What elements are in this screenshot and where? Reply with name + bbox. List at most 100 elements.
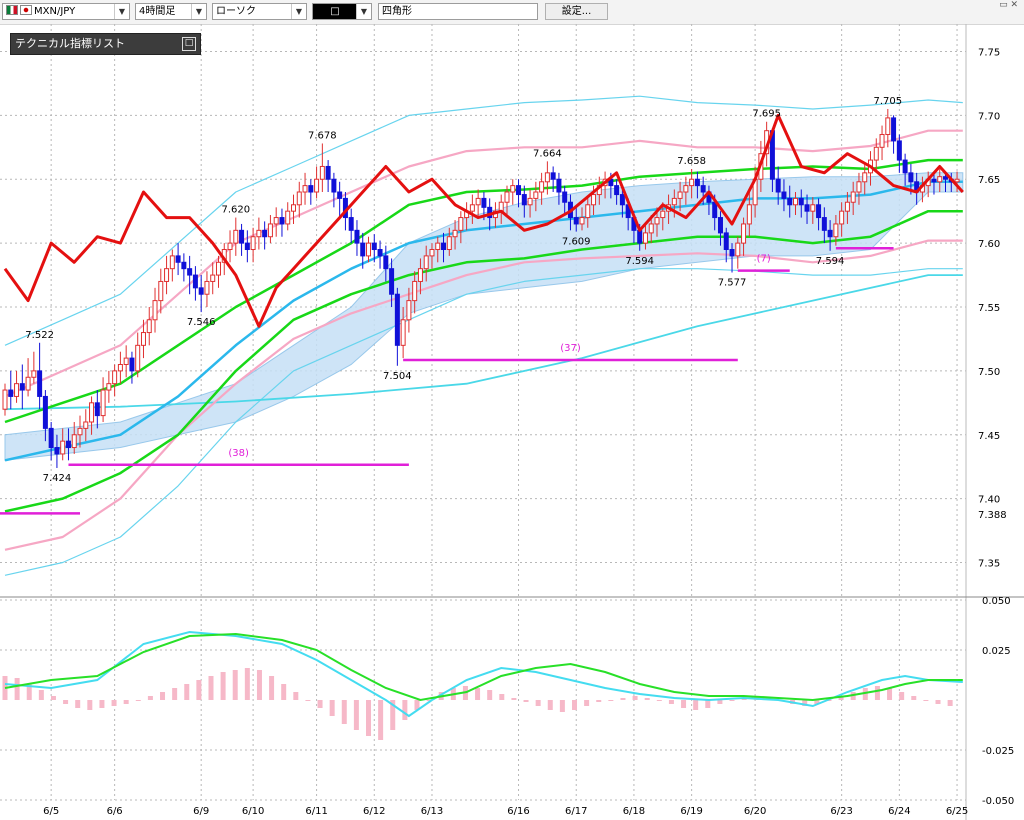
oscillator-tick-label: -0.050 xyxy=(982,796,1014,807)
candle-body xyxy=(954,178,960,183)
macd-histogram-bar xyxy=(511,698,517,700)
candle-body xyxy=(516,185,522,196)
candle-body xyxy=(775,178,781,193)
date-tick-label: 6/24 xyxy=(888,806,910,817)
macd-histogram-bar xyxy=(87,700,93,710)
candle-body xyxy=(348,217,354,231)
macd-histogram-bar xyxy=(196,680,202,700)
macd-histogram-bar xyxy=(111,700,117,706)
macd-histogram-bar xyxy=(244,668,250,700)
price-value-label: 7.577 xyxy=(718,278,747,289)
candle-body xyxy=(158,280,164,302)
macd-histogram-bar xyxy=(475,688,481,700)
candle-body xyxy=(873,146,879,161)
indicator-list-panel[interactable]: テクニカル指標リスト □ xyxy=(10,33,201,55)
candle-body xyxy=(458,217,464,231)
macd-histogram-bar xyxy=(172,688,178,700)
price-tick-label: 7.75 xyxy=(978,47,1000,58)
candle-body xyxy=(533,191,539,199)
candle-body xyxy=(891,117,897,142)
macd-histogram-bar xyxy=(923,700,929,701)
price-tick-label: 7.70 xyxy=(978,111,1000,122)
candle-body xyxy=(400,319,406,346)
macd-histogram-bar xyxy=(329,700,335,716)
candle-body xyxy=(383,255,389,270)
candle-body xyxy=(394,293,400,346)
macd-histogram-bar xyxy=(729,700,735,701)
date-tick-label: 6/10 xyxy=(242,806,264,817)
candle-body xyxy=(354,229,360,244)
macd-histogram-bar xyxy=(535,700,541,706)
macd-histogram-bar xyxy=(184,684,190,700)
candle-body xyxy=(827,229,833,238)
candle-body xyxy=(879,134,885,148)
macd-histogram-bar xyxy=(50,696,56,700)
candle-body xyxy=(314,178,320,193)
candle-body xyxy=(902,159,908,174)
candle-body xyxy=(60,440,66,455)
candle-body xyxy=(325,165,331,180)
candle-body xyxy=(677,191,683,199)
macd-histogram-bar xyxy=(160,692,166,700)
price-tick-label: 7.35 xyxy=(978,559,1000,570)
date-tick-label: 6/19 xyxy=(680,806,702,817)
candle-body xyxy=(14,383,20,397)
support-level-count: (37) xyxy=(560,343,581,354)
macd-histogram-bar xyxy=(584,700,590,706)
candle-body xyxy=(71,434,77,449)
candle-body xyxy=(735,242,741,257)
candle-body xyxy=(37,370,43,397)
candle-body xyxy=(654,217,660,225)
candle-body xyxy=(285,210,291,225)
candle-body xyxy=(573,217,579,225)
price-value-label: 7.664 xyxy=(533,148,562,159)
price-tick-label: 7.50 xyxy=(978,367,1000,378)
macd-histogram-bar xyxy=(571,700,577,710)
date-tick-label: 6/11 xyxy=(305,806,327,817)
candle-body xyxy=(366,242,372,257)
candle-body xyxy=(694,178,700,187)
candle-body xyxy=(412,280,418,302)
candle-body xyxy=(117,363,123,372)
long-ma-line xyxy=(4,274,963,411)
candle-body xyxy=(146,319,152,334)
candle-body xyxy=(83,421,89,429)
expand-icon[interactable]: □ xyxy=(182,37,196,51)
price-value-label: 7.522 xyxy=(25,330,54,341)
candle-body xyxy=(833,223,839,238)
candle-body xyxy=(648,223,654,234)
price-value-label: 7.658 xyxy=(677,156,706,167)
macd-histogram-bar xyxy=(63,700,69,704)
candle-body xyxy=(279,217,285,225)
macd-histogram-bar xyxy=(681,700,687,708)
candle-body xyxy=(671,197,677,206)
candle-body xyxy=(256,229,262,238)
candle-body xyxy=(302,185,308,193)
candle-body xyxy=(192,274,198,289)
price-chart[interactable]: 6/5 6/6 6/9 6/10 6/11 6/12 6/13 6/16 6/17 6/18 6/1… xyxy=(0,0,1024,820)
candle-body xyxy=(135,344,141,372)
candle-body xyxy=(2,389,8,410)
candle-body xyxy=(19,383,25,391)
date-tick-label: 6/16 xyxy=(507,806,529,817)
macd-histogram-bar xyxy=(547,700,553,710)
candle-body xyxy=(429,249,435,257)
candle-body xyxy=(244,242,250,251)
macd-histogram-bar xyxy=(887,688,893,700)
price-value-label: 7.594 xyxy=(816,256,845,267)
candle-body xyxy=(106,383,112,391)
oscillator-tick-label: 0.050 xyxy=(982,596,1011,607)
macd-histogram-bar xyxy=(75,700,81,708)
candle-body xyxy=(481,197,487,208)
macd-histogram-bar xyxy=(123,700,129,704)
candle-body xyxy=(469,204,475,212)
candle-body xyxy=(856,181,862,193)
candle-body xyxy=(204,280,210,295)
date-tick-label: 6/17 xyxy=(565,806,587,817)
candle-body xyxy=(377,249,383,257)
candle-body xyxy=(550,172,556,180)
macd-histogram-bar xyxy=(935,700,941,704)
date-tick-label: 6/18 xyxy=(623,806,645,817)
macd-histogram-bar xyxy=(281,684,287,700)
candle-body xyxy=(810,204,816,212)
